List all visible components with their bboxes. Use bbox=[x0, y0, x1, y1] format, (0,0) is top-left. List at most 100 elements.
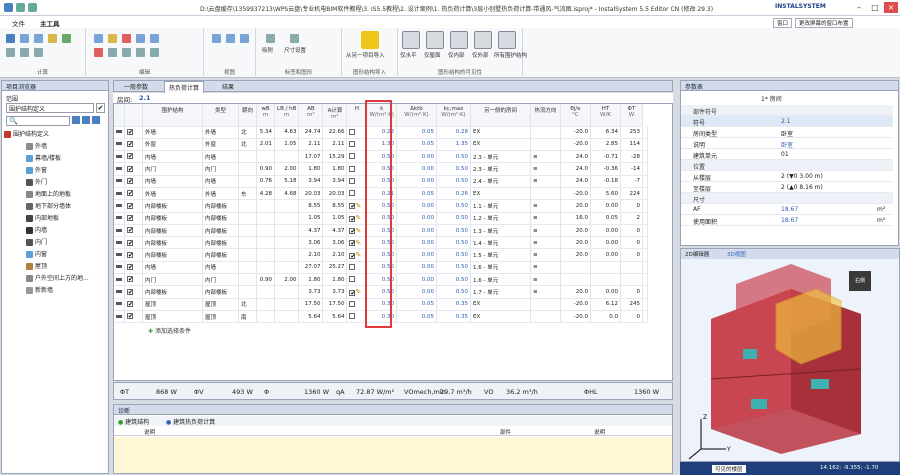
numeric-cell[interactable]: 1.05 bbox=[322, 212, 348, 225]
numeric-cell[interactable]: 17.50 bbox=[298, 298, 324, 311]
inner-icon[interactable] bbox=[450, 31, 468, 49]
column-header[interactable]: 类型 bbox=[202, 104, 239, 127]
tree-item[interactable]: 外窗 bbox=[26, 165, 47, 176]
row-checkbox[interactable] bbox=[124, 298, 143, 311]
h-checkbox-cell[interactable]: ✎ bbox=[346, 224, 368, 238]
prop-to-floor[interactable]: 至楼层 2 (▲0 8.16 m) bbox=[681, 182, 893, 193]
orientation-cell[interactable]: 北 bbox=[238, 138, 257, 152]
numeric-cell[interactable]: 0.50 bbox=[436, 285, 471, 299]
row-checkbox[interactable] bbox=[124, 199, 143, 213]
numeric-cell[interactable]: 0.00 bbox=[396, 236, 437, 250]
numeric-cell[interactable]: 4.37 bbox=[322, 224, 348, 238]
numeric-cell[interactable]: 5.18 bbox=[274, 175, 300, 188]
numeric-cell[interactable]: 20.03 bbox=[322, 187, 348, 201]
tab-results[interactable]: 结果 bbox=[218, 82, 238, 91]
numeric-cell[interactable]: 1.05 bbox=[274, 138, 300, 152]
paste-icon[interactable] bbox=[108, 48, 117, 57]
structure-cell[interactable]: 内部楼板 bbox=[142, 199, 203, 213]
expand-icon[interactable] bbox=[92, 116, 100, 124]
orientation-cell[interactable] bbox=[238, 199, 257, 213]
orientation-cell[interactable] bbox=[238, 162, 257, 176]
orientation-cell[interactable] bbox=[238, 248, 257, 262]
fit-icon[interactable] bbox=[240, 34, 249, 43]
type-cell[interactable]: 屋顶 bbox=[202, 298, 239, 311]
column-header[interactable]: AB m² bbox=[298, 104, 324, 127]
row-checkbox[interactable] bbox=[124, 162, 143, 176]
import-label[interactable]: 从另一项目导入 bbox=[346, 51, 385, 59]
adjacent-room-cell[interactable]: EX bbox=[470, 298, 531, 311]
numeric-cell[interactable]: 2.00 bbox=[274, 273, 300, 287]
type-cell[interactable]: 内墙 bbox=[202, 175, 239, 188]
exterior-label[interactable]: 仅外部 bbox=[472, 51, 489, 59]
all-structures-label[interactable]: 所有围护结构 bbox=[494, 51, 527, 59]
prop-symbol[interactable]: 符号 2.1 bbox=[681, 116, 893, 127]
h-checkbox-cell[interactable]: ✎ bbox=[346, 236, 368, 250]
tree-item[interactable]: 内部地板 bbox=[26, 213, 59, 224]
delete-icon[interactable] bbox=[122, 34, 131, 43]
numeric-cell[interactable]: 15.29 bbox=[322, 150, 348, 164]
size-icon[interactable] bbox=[290, 34, 299, 43]
prop-room-type[interactable]: 房间类型 卧室 bbox=[681, 127, 893, 138]
numeric-cell[interactable] bbox=[274, 224, 300, 238]
type-cell[interactable]: 外墙 bbox=[202, 126, 239, 139]
select-icon[interactable] bbox=[94, 34, 103, 43]
h-checkbox-cell[interactable] bbox=[346, 187, 368, 201]
tree-item[interactable]: 内门 bbox=[26, 237, 47, 248]
prop-used-area[interactable]: 使用面积 18.67 m² bbox=[681, 215, 893, 226]
numeric-cell[interactable]: 1.35 bbox=[436, 138, 471, 152]
row-checkbox[interactable] bbox=[124, 126, 143, 139]
tab-diag-structures[interactable]: ● 建筑结构 bbox=[118, 417, 149, 426]
move-icon[interactable] bbox=[136, 34, 145, 43]
filter-icon[interactable] bbox=[20, 48, 29, 57]
structure-cell[interactable]: 内部楼板 bbox=[142, 285, 203, 299]
tree-item[interactable]: 外墙 bbox=[26, 141, 47, 152]
numeric-cell[interactable]: 2.10 bbox=[298, 248, 324, 262]
group-icon[interactable] bbox=[150, 48, 159, 57]
undo-icon[interactable] bbox=[16, 3, 25, 12]
structure-cell[interactable]: 内部楼板 bbox=[142, 248, 203, 262]
ceiling-icon[interactable] bbox=[426, 31, 444, 49]
orientation-cell[interactable]: 东 bbox=[238, 187, 257, 201]
numeric-cell[interactable]: 0.00 bbox=[396, 150, 437, 164]
numeric-cell[interactable]: 25.27 bbox=[322, 261, 348, 275]
tab-general[interactable]: 一般参数 bbox=[120, 82, 152, 91]
table-row[interactable]: 内门内门0.902.001.801.800.500.000.501.6 - 单元… bbox=[114, 273, 648, 287]
column-header[interactable]: kc,max W/(m²·K) bbox=[436, 104, 471, 127]
h-checkbox-cell[interactable]: ✎ bbox=[346, 199, 368, 213]
numeric-cell[interactable] bbox=[274, 248, 300, 262]
rotate-icon[interactable] bbox=[150, 34, 159, 43]
table-row[interactable]: 内部楼板内部楼板3.063.06✎0.500.000.501.4 - 单元≡20… bbox=[114, 236, 648, 250]
refresh-icon[interactable] bbox=[62, 34, 71, 43]
numeric-cell[interactable] bbox=[274, 261, 300, 275]
column-header[interactable]: H bbox=[346, 104, 368, 127]
adjacent-room-cell[interactable]: EX bbox=[470, 126, 531, 139]
orientation-cell[interactable] bbox=[238, 285, 257, 299]
column-header[interactable]: θj/e °C bbox=[560, 104, 591, 127]
numeric-cell[interactable]: 1.30 bbox=[366, 138, 397, 152]
column-header[interactable]: k W/(m²·K) bbox=[366, 104, 397, 127]
row-checkbox[interactable] bbox=[124, 212, 143, 225]
adjacent-room-cell[interactable]: 2.3 - 单元 bbox=[470, 162, 531, 176]
row-checkbox[interactable] bbox=[124, 150, 143, 164]
numeric-cell[interactable]: 5.64 bbox=[298, 310, 324, 324]
structure-cell[interactable]: 内部楼板 bbox=[142, 224, 203, 238]
numeric-cell[interactable]: 3.94 bbox=[298, 175, 324, 188]
structure-cell[interactable]: 屋顶 bbox=[142, 298, 203, 311]
view-cube[interactable]: 右侧 bbox=[849, 271, 871, 291]
adjacent-room-cell[interactable]: 1.7 - 单元 bbox=[470, 285, 531, 299]
type-cell[interactable]: 内部楼板 bbox=[202, 212, 239, 225]
numeric-cell[interactable]: 0.50 bbox=[436, 236, 471, 250]
numeric-cell[interactable]: 3.06 bbox=[298, 236, 324, 250]
table-row[interactable]: 屋顶屋顶北17.5017.500.300.050.35EX-20.06.1224… bbox=[114, 298, 648, 311]
prop-from-floor[interactable]: 从楼层 2 (▼0 3.00 m) bbox=[681, 171, 893, 182]
numeric-cell[interactable]: 0.30 bbox=[366, 310, 397, 324]
numeric-cell[interactable]: 0.50 bbox=[436, 150, 471, 164]
numeric-cell[interactable]: 20.03 bbox=[298, 187, 324, 201]
row-checkbox[interactable] bbox=[124, 224, 143, 238]
h-checkbox-cell[interactable] bbox=[346, 150, 368, 164]
numeric-cell[interactable]: 2.10 bbox=[322, 248, 348, 262]
maximize-button[interactable]: □ bbox=[868, 2, 882, 13]
tab-diag-heat[interactable]: ● 建筑热负荷计算 bbox=[166, 417, 215, 426]
tree-item[interactable]: 屋顶 bbox=[26, 261, 47, 272]
type-cell[interactable]: 外窗 bbox=[202, 138, 239, 152]
